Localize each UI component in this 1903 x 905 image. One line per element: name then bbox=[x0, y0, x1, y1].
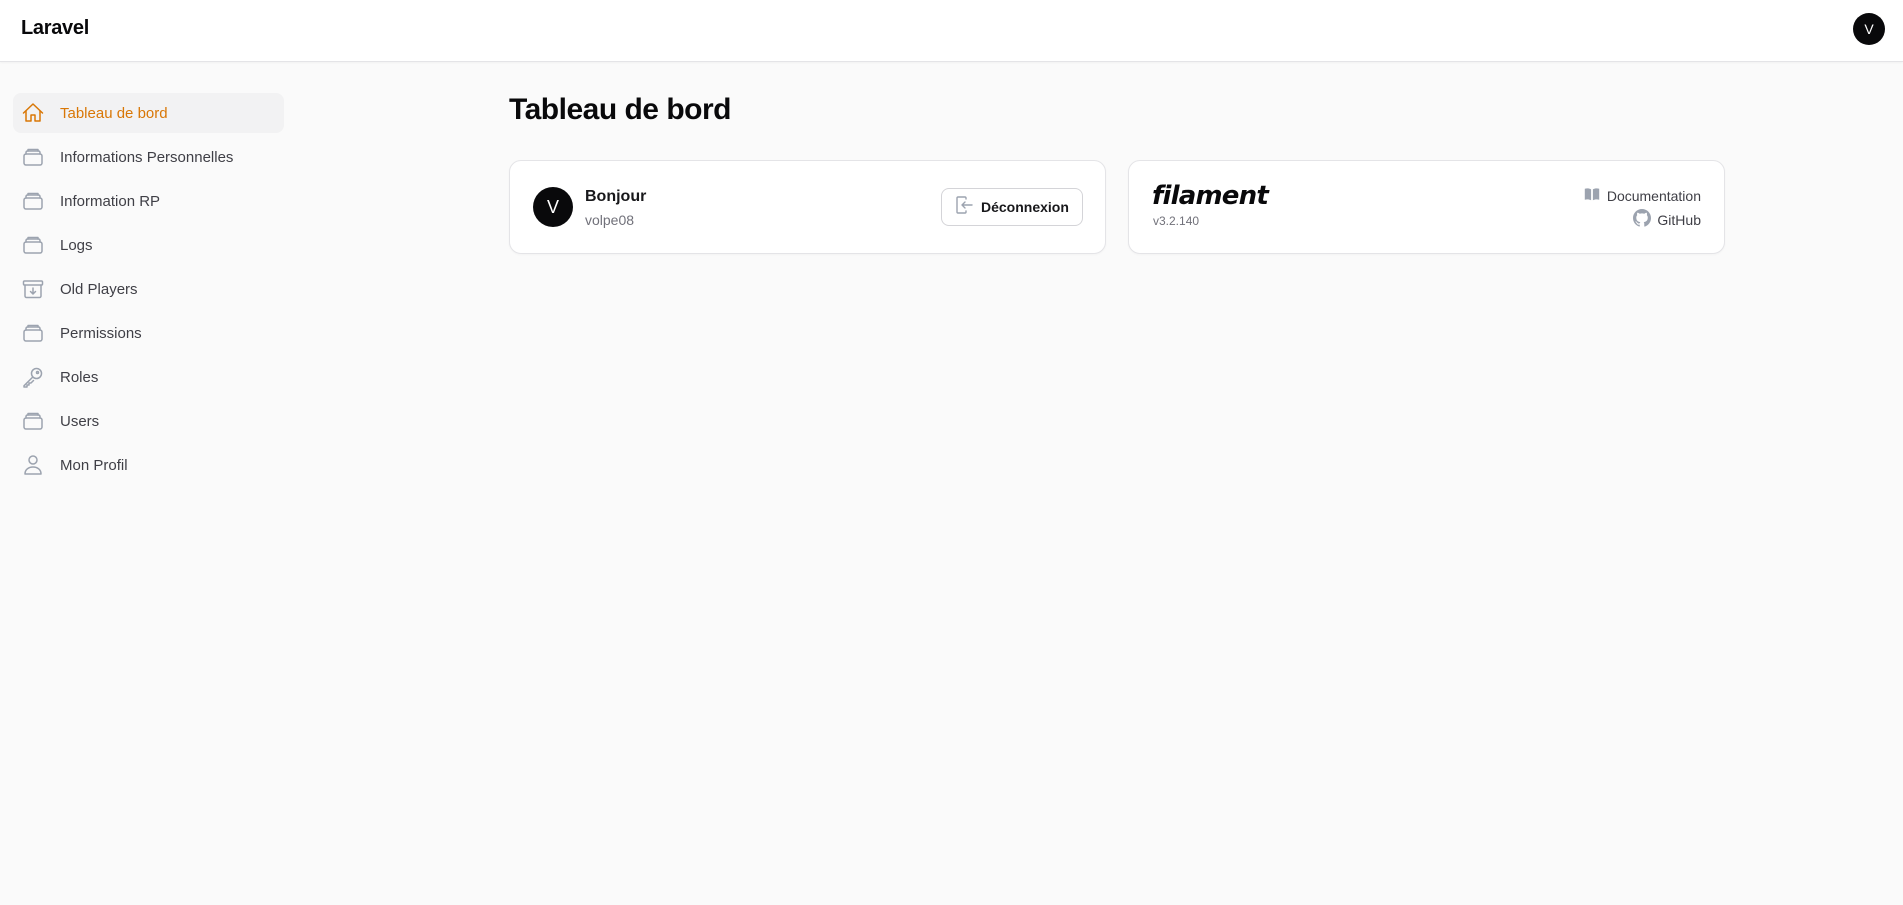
github-icon bbox=[1633, 209, 1657, 230]
logout-button[interactable]: Déconnexion bbox=[941, 188, 1083, 226]
stack-icon bbox=[21, 145, 45, 169]
sidebar-item-logs[interactable]: Logs bbox=[13, 225, 284, 265]
sidebar-item-label: Tableau de bord bbox=[60, 104, 168, 122]
sidebar-item-tableau-de-bord[interactable]: Tableau de bord bbox=[13, 93, 284, 133]
sidebar-item-information-rp[interactable]: Information RP bbox=[13, 181, 284, 221]
home-icon bbox=[21, 101, 45, 125]
username-text: volpe08 bbox=[585, 212, 635, 228]
logout-label: Déconnexion bbox=[981, 199, 1069, 215]
sidebar-item-label: Roles bbox=[60, 368, 99, 386]
filament-version: v3.2.140 bbox=[1153, 214, 1200, 228]
greeting-text: Bonjour bbox=[585, 188, 647, 205]
sidebar-item-label: Users bbox=[60, 412, 100, 430]
documentation-link[interactable]: Documentation bbox=[1583, 185, 1701, 206]
stack-icon bbox=[21, 233, 45, 257]
sidebar-item-users[interactable]: Users bbox=[13, 401, 284, 441]
stack-icon bbox=[21, 189, 45, 213]
sidebar: Tableau de bord Informations Personnelle… bbox=[13, 93, 284, 489]
book-icon bbox=[1583, 185, 1607, 206]
user-avatar-menu[interactable]: V bbox=[1853, 13, 1885, 45]
sidebar-item-mon-profil[interactable]: Mon Profil bbox=[13, 445, 284, 485]
sidebar-item-informations-personnelles[interactable]: Informations Personnelles bbox=[13, 137, 284, 177]
key-icon bbox=[21, 365, 45, 389]
github-label: GitHub bbox=[1657, 211, 1701, 228]
sidebar-item-label: Old Players bbox=[60, 280, 138, 298]
brand-logo[interactable]: Laravel bbox=[21, 17, 89, 40]
avatar: V bbox=[533, 187, 573, 227]
sidebar-item-permissions[interactable]: Permissions bbox=[13, 313, 284, 353]
filament-info-widget: filament v3.2.140 Documentation GitHub bbox=[1128, 160, 1725, 254]
documentation-label: Documentation bbox=[1606, 187, 1701, 204]
sidebar-item-label: Logs bbox=[60, 236, 93, 254]
sidebar-item-old-players[interactable]: Old Players bbox=[13, 269, 284, 309]
sidebar-item-label: Permissions bbox=[60, 324, 142, 342]
page-title: Tableau de bord bbox=[509, 93, 731, 126]
sidebar-item-label: Informations Personnelles bbox=[60, 148, 234, 166]
filament-logo: filament bbox=[1152, 181, 1269, 211]
archive-icon bbox=[21, 277, 45, 301]
user-icon bbox=[21, 453, 45, 477]
top-navbar: Laravel V bbox=[0, 0, 1903, 62]
logout-icon bbox=[954, 195, 974, 220]
account-widget: V Bonjour volpe08 Déconnexion bbox=[509, 160, 1106, 254]
sidebar-item-label: Mon Profil bbox=[60, 456, 128, 474]
stack-icon bbox=[21, 409, 45, 433]
sidebar-item-label: Information RP bbox=[60, 192, 161, 210]
stack-icon bbox=[21, 321, 45, 345]
sidebar-item-roles[interactable]: Roles bbox=[13, 357, 284, 397]
github-link[interactable]: GitHub bbox=[1633, 209, 1701, 230]
